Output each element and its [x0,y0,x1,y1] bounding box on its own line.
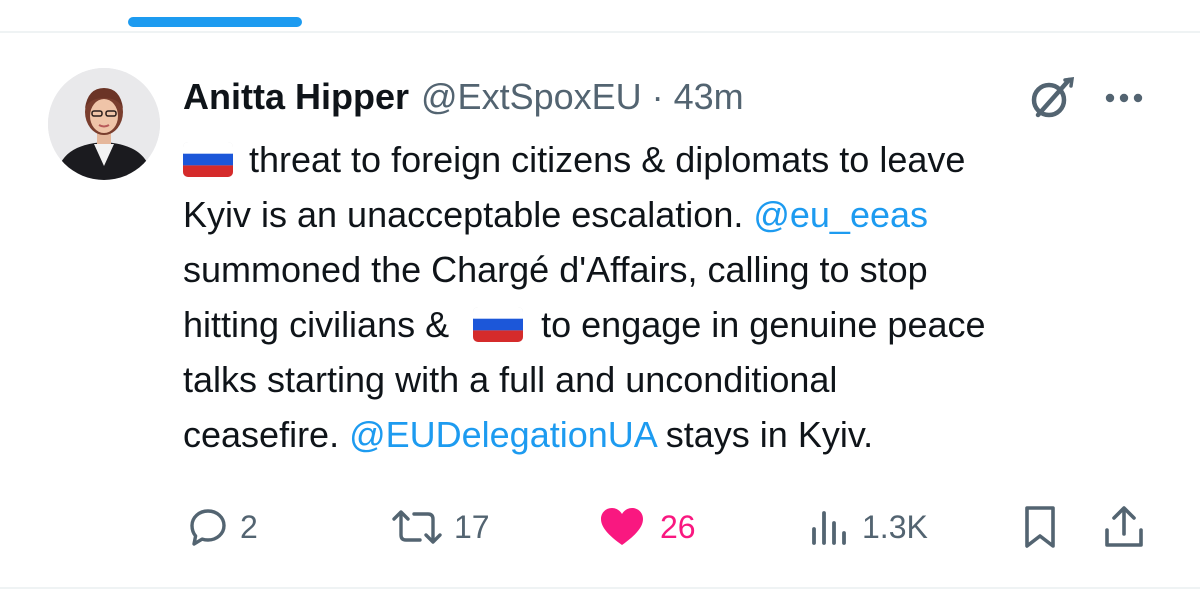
timestamp[interactable]: 43m [674,74,744,120]
russia-flag-icon [473,307,524,342]
text-segment: ceasefire. [183,414,350,455]
more-icon[interactable] [1100,86,1148,110]
share-button[interactable] [1102,502,1146,552]
tweet-text: threat to foreign citizens & diplomats t… [183,132,1163,462]
views-icon [812,511,846,545]
tweet-text-line: Kyiv is an unacceptable escalation. @eu_… [183,187,1163,242]
text-segment: summoned the Chargé d'Affairs, calling t… [183,249,928,290]
tweet-text-line: ceasefire. @EUDelegationUA stays in Kyiv… [183,407,1163,462]
tweet-text-line: talks starting with a full and unconditi… [183,352,1163,407]
bookmark-icon [1025,506,1055,548]
user-handle[interactable]: @ExtSpoxEU [421,74,642,120]
repost-icon [392,510,442,544]
avatar[interactable] [48,68,160,180]
repost-button[interactable]: 17 [390,502,490,552]
heart-icon [601,508,643,545]
grok-icon[interactable] [1025,74,1077,122]
views-count: 1.3K [862,508,928,545]
text-segment: threat to foreign citizens & diplomats t… [249,139,966,180]
reply-button[interactable]: 2 [186,502,258,552]
text-segment: to engage in genuine peace [541,304,986,345]
repost-count: 17 [454,508,490,545]
text-segment: stays in Kyiv. [655,414,874,455]
mention-link[interactable]: @EUDelegationUA [349,414,656,455]
views-button[interactable]: 1.3K [808,502,928,552]
text-segment: hitting civilians & [183,304,450,345]
reply-count: 2 [240,508,258,545]
tweet-header: Anitta Hipper @ExtSpoxEU · 43m [183,74,744,120]
like-button[interactable]: 26 [598,502,696,552]
tweet-text-line: threat to foreign citizens & diplomats t… [183,132,1163,187]
top-divider [0,31,1200,33]
share-icon [1105,506,1143,547]
action-bar: 2 17 26 1.3K [0,502,1200,552]
tweet-text-line: summoned the Chargé d'Affairs, calling t… [183,242,1163,297]
text-segment: talks starting with a full and unconditi… [183,359,838,400]
bookmark-button[interactable] [1020,502,1060,552]
reply-icon [190,509,226,546]
tweet-text-line: hitting civilians & to engage in genuine … [183,297,1163,352]
mention-link[interactable]: @eu_eeas [753,194,928,235]
display-name[interactable]: Anitta Hipper [183,74,409,120]
like-count: 26 [660,508,696,545]
russia-flag-icon [183,142,233,177]
tab-indicator [128,17,302,27]
separator-dot: · [651,76,664,117]
bottom-divider [0,587,1200,589]
text-segment: Kyiv is an unacceptable escalation. [183,194,754,235]
